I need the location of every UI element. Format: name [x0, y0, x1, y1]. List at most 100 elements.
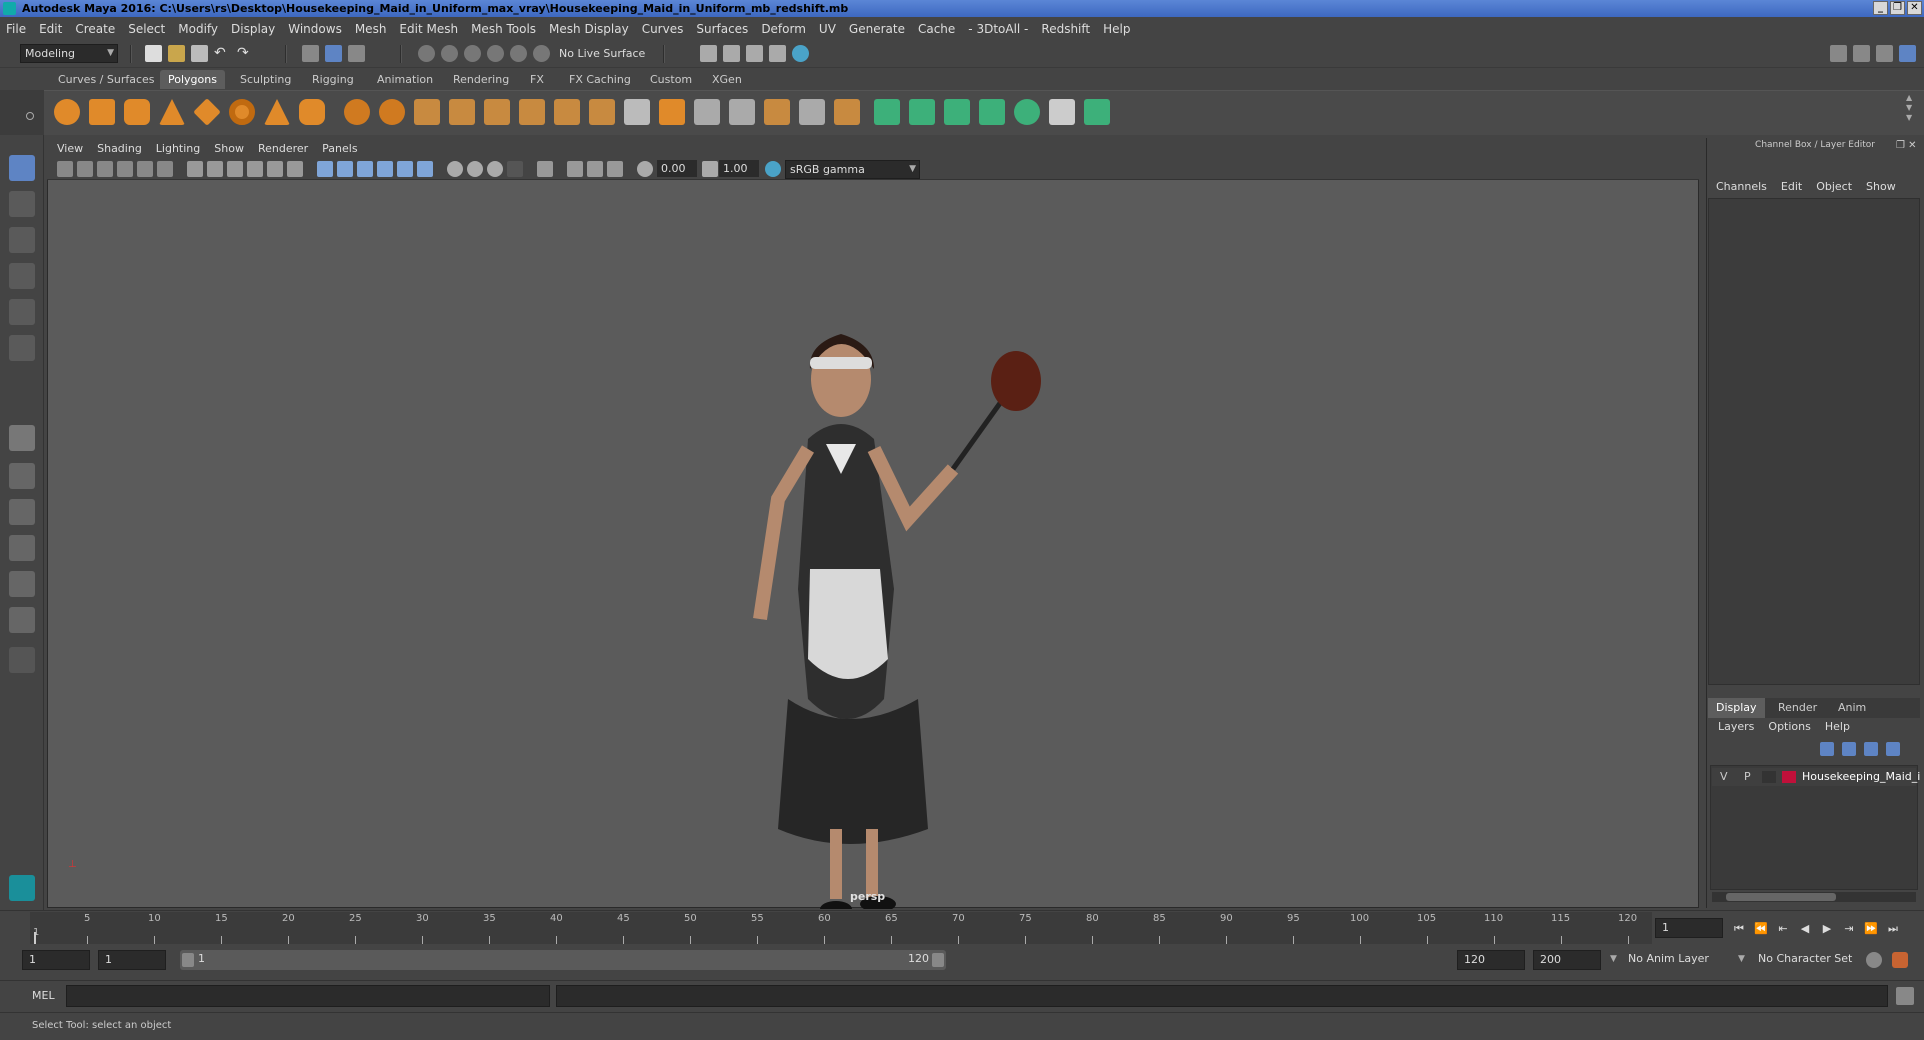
step-forward-key-icon[interactable]: ⇥ — [1842, 922, 1856, 936]
new-layer-selected-icon[interactable] — [1886, 742, 1900, 756]
grease-pencil-icon[interactable] — [157, 161, 173, 177]
motion-blur-icon[interactable] — [487, 161, 503, 177]
perspective-viewport[interactable]: ⊥ — [47, 138, 1699, 909]
xray-joints-icon[interactable] — [587, 161, 603, 177]
scale-tool-icon[interactable] — [9, 335, 35, 361]
combine-icon[interactable] — [344, 99, 370, 125]
ipr-render-icon[interactable] — [723, 45, 740, 62]
shadows-icon[interactable] — [447, 161, 463, 177]
uv-editor-icon[interactable] — [1049, 99, 1075, 125]
close-button[interactable]: ✕ — [1907, 1, 1922, 15]
automatic-uv-icon[interactable] — [979, 99, 1005, 125]
step-forward-frame-icon[interactable]: ⏩ — [1864, 922, 1878, 936]
use-all-lights-icon[interactable] — [417, 161, 433, 177]
redo-icon[interactable]: ↷ — [237, 45, 254, 62]
layer-type-toggle[interactable] — [1762, 771, 1776, 783]
anim-layer-dropdown[interactable]: No Anim Layer — [1622, 950, 1732, 970]
resolution-gate-icon[interactable] — [227, 161, 243, 177]
lasso-tool-icon[interactable] — [9, 191, 35, 217]
shelf-tab-curves-surfaces[interactable]: Curves / Surfaces — [50, 70, 163, 89]
le-menu-help[interactable]: Help — [1825, 720, 1850, 738]
menu-3dtoall[interactable]: - 3DtoAll - — [968, 22, 1028, 36]
shelf-tab-polygons[interactable]: Polygons — [160, 70, 225, 89]
menu-mesh-tools[interactable]: Mesh Tools — [471, 22, 536, 36]
rotate-tool-icon[interactable] — [9, 299, 35, 325]
graph-editor-layout-icon[interactable] — [9, 571, 35, 597]
poly-cone-icon[interactable] — [159, 99, 185, 125]
select-object-icon[interactable] — [325, 45, 342, 62]
vp-menu-show[interactable]: Show — [214, 142, 244, 155]
current-frame-field[interactable]: 1 — [1655, 918, 1723, 938]
go-to-end-icon[interactable]: ⏭ — [1886, 922, 1900, 936]
color-space-dropdown[interactable]: sRGB gamma ▼ — [785, 160, 920, 179]
save-scene-icon[interactable] — [191, 45, 208, 62]
multi-cut-icon[interactable] — [589, 99, 615, 125]
shelf-scroll-icon[interactable]: ▲ ▼ ▼ — [1906, 93, 1916, 133]
ambient-occlusion-icon[interactable] — [467, 161, 483, 177]
quad-draw-icon[interactable] — [799, 99, 825, 125]
step-back-key-icon[interactable]: ⇤ — [1776, 922, 1790, 936]
wireframe-on-shaded-icon[interactable] — [377, 161, 393, 177]
planar-uv-icon[interactable] — [874, 99, 900, 125]
scrollbar-thumb[interactable] — [1726, 893, 1836, 901]
menu-generate[interactable]: Generate — [849, 22, 905, 36]
poly-torus-icon[interactable] — [229, 99, 255, 125]
layer-tab-render[interactable]: Render — [1770, 698, 1825, 718]
gamma-field[interactable]: 1.00 — [719, 160, 759, 177]
select-hierarchy-icon[interactable] — [302, 45, 319, 62]
poly-pipe-icon[interactable] — [299, 99, 325, 125]
color-management-icon[interactable] — [765, 161, 781, 177]
menu-help[interactable]: Help — [1103, 22, 1130, 36]
move-layer-down-icon[interactable] — [1842, 742, 1856, 756]
poly-sphere-icon[interactable] — [54, 99, 80, 125]
field-chart-icon[interactable] — [267, 161, 283, 177]
panel-float-close-icon[interactable]: ❐ ✕ — [1896, 140, 1917, 151]
menu-cache[interactable]: Cache — [918, 22, 955, 36]
separate-icon[interactable] — [379, 99, 405, 125]
shelf-tab-sculpting[interactable]: Sculpting — [232, 70, 299, 89]
mode-selector[interactable]: Modeling ▼ — [20, 44, 118, 63]
select-component-icon[interactable] — [348, 45, 365, 62]
menu-redshift[interactable]: Redshift — [1041, 22, 1090, 36]
cb-menu-show[interactable]: Show — [1866, 180, 1896, 196]
chevron-down-icon[interactable]: ▼ — [1610, 954, 1617, 964]
default-lighting-icon[interactable] — [357, 161, 373, 177]
poly-plane-icon[interactable] — [193, 98, 221, 126]
channel-box-area[interactable] — [1708, 198, 1920, 685]
vp-menu-renderer[interactable]: Renderer — [258, 142, 308, 155]
script-language-toggle[interactable]: MEL — [32, 989, 55, 1002]
backface-culling-icon[interactable] — [607, 161, 623, 177]
undo-icon[interactable]: ↶ — [214, 45, 231, 62]
image-plane-icon[interactable] — [117, 161, 133, 177]
snap-grid-icon[interactable] — [418, 45, 435, 62]
shelf-tab-custom[interactable]: Custom — [642, 70, 700, 89]
poly-cylinder-icon[interactable] — [124, 99, 150, 125]
chevron-down-icon[interactable]: ▼ — [1738, 954, 1745, 964]
layout-uv-icon[interactable] — [1084, 99, 1110, 125]
poly-cube-icon[interactable] — [89, 99, 115, 125]
live-surface-field[interactable]: No Live Surface — [555, 45, 655, 64]
workspace-icon[interactable] — [1830, 45, 1847, 62]
shelf-tab-fx-caching[interactable]: FX Caching — [561, 70, 639, 89]
range-end-handle[interactable] — [932, 953, 944, 967]
menu-surfaces[interactable]: Surfaces — [696, 22, 748, 36]
timeline-track[interactable]: 1 5 10 15 20 25 30 35 40 45 50 55 60 65 … — [30, 912, 1652, 944]
textured-icon[interactable] — [397, 161, 413, 177]
shelf-tab-xgen[interactable]: XGen — [704, 70, 750, 89]
offset-edge-loop-icon[interactable] — [729, 99, 755, 125]
paint-select-tool-icon[interactable] — [9, 227, 35, 253]
anti-aliasing-icon[interactable] — [507, 161, 523, 177]
menu-modify[interactable]: Modify — [178, 22, 218, 36]
append-polygon-icon[interactable] — [659, 99, 685, 125]
vp-menu-shading[interactable]: Shading — [97, 142, 142, 155]
extract-icon[interactable] — [449, 99, 475, 125]
go-to-start-icon[interactable]: ⏮ — [1732, 922, 1746, 936]
custom-layout-icon[interactable] — [9, 647, 35, 673]
two-pane-layout-icon[interactable] — [9, 499, 35, 525]
film-gate-icon[interactable] — [207, 161, 223, 177]
script-editor-icon[interactable] — [1896, 987, 1914, 1005]
current-frame-marker[interactable] — [34, 932, 36, 944]
hypershade-icon[interactable] — [769, 45, 786, 62]
range-slider[interactable]: 1 120 — [180, 950, 946, 970]
vp-menu-view[interactable]: View — [57, 142, 83, 155]
